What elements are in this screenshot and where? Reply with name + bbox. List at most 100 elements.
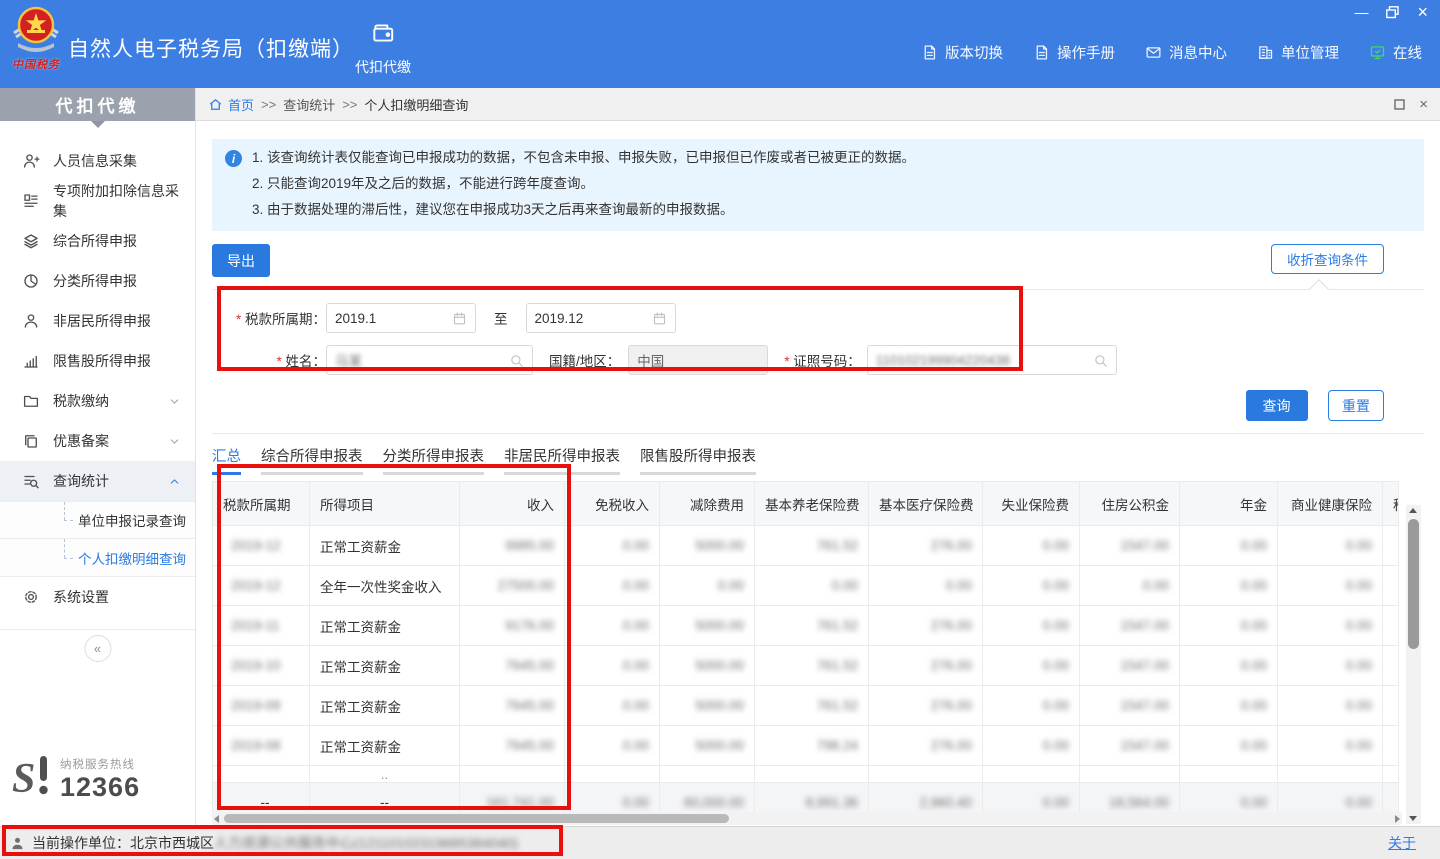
close-button[interactable]: × xyxy=(1417,5,1428,19)
minimize-button[interactable]: — xyxy=(1354,5,1368,19)
table-cell xyxy=(1383,566,1399,606)
table-cell: 0.00 xyxy=(983,646,1080,686)
table-row[interactable]: 2019-09正常工资薪金7645.000.005000.00761.52276… xyxy=(213,686,1399,726)
table-row[interactable]: 2019-11正常工资薪金9176.000.005000.00761.52276… xyxy=(213,606,1399,646)
table-header-cell: 年金 xyxy=(1180,482,1278,526)
table-row[interactable]: 2019-12正常工资薪金9985.000.005000.00761.52276… xyxy=(213,526,1399,566)
tab-汇总[interactable]: 汇总 xyxy=(212,445,241,475)
table-cell: 7645.00 xyxy=(460,646,565,686)
main-content: i 1. 该查询统计表仅能查询已申报成功的数据，不包含未申报、申报失败，已申报但… xyxy=(196,121,1440,826)
horizontal-scroll-thumb[interactable] xyxy=(224,814,729,823)
bar-chart-icon xyxy=(22,352,40,370)
table-cell xyxy=(869,766,983,783)
breadcrumb-item[interactable]: 查询统计 xyxy=(283,95,335,114)
sidebar-header: 代扣代缴 xyxy=(0,88,195,121)
table-cell: 0.00 xyxy=(1080,566,1180,606)
sidebar-item[interactable]: 人员信息采集 xyxy=(0,141,195,181)
table-cell: 276.00 xyxy=(869,646,983,686)
panel-close-button[interactable]: × xyxy=(1419,99,1428,110)
table-cell: 0.00 xyxy=(1180,646,1278,686)
table-row[interactable]: 2019-08正常工资薪金7645.000.005000.00798.24276… xyxy=(213,726,1399,766)
export-button[interactable]: 导出 xyxy=(212,244,270,277)
tab-分类所得申报表[interactable]: 分类所得申报表 xyxy=(383,445,485,475)
header-nav-item[interactable]: 版本切换 xyxy=(921,42,1003,63)
sidebar-item[interactable]: 优惠备案 xyxy=(0,421,195,461)
sidebar-item[interactable]: 非居民所得申报 xyxy=(0,301,195,341)
vertical-scroll-thumb[interactable] xyxy=(1408,519,1419,649)
result-tabs: 汇总综合所得申报表分类所得申报表非居民所得申报表限售股所得申报表 xyxy=(212,445,1424,475)
module-tab-withholding[interactable]: 代扣代缴 xyxy=(352,20,414,77)
panel-maximize-button[interactable] xyxy=(1394,99,1405,110)
about-link[interactable]: 关于 xyxy=(1388,833,1416,853)
tab-限售股所得申报表[interactable]: 限售股所得申报表 xyxy=(640,445,756,475)
header-nav-item[interactable]: 消息中心 xyxy=(1145,42,1227,63)
scroll-down-icon[interactable] xyxy=(1409,816,1417,821)
tab-综合所得申报表[interactable]: 综合所得申报表 xyxy=(261,445,363,475)
collapse-query-button[interactable]: 收折查询条件 xyxy=(1271,244,1384,274)
sidebar-item[interactable]: 查询统计 xyxy=(0,461,195,501)
query-panel-notch xyxy=(1309,279,1329,299)
table-cell xyxy=(1383,646,1399,686)
table-cell: 5000.00 xyxy=(660,526,755,566)
table-header-row: 税款所属期所得项目收入免税收入减除费用基本养老保险费基本医疗保险费失业保险费住房… xyxy=(213,482,1399,526)
table-cell: 2019-08 xyxy=(213,726,310,766)
sidebar-item[interactable]: 系统设置 xyxy=(0,577,195,617)
form-list-icon xyxy=(22,192,40,210)
table-cell: 0.00 xyxy=(983,686,1080,726)
sidebar-item[interactable]: 专项附加扣除信息采集 xyxy=(0,181,195,221)
period-from-input[interactable]: 2019.1 xyxy=(326,303,476,333)
id-number-input[interactable]: 110102199904220438 xyxy=(867,345,1117,375)
vertical-scrollbar[interactable] xyxy=(1406,505,1421,824)
chevron-down-icon xyxy=(168,435,181,448)
table-cell: 0.00 xyxy=(1180,526,1278,566)
table-row[interactable]: 2019-10正常工资薪金7645.000.005000.00761.52276… xyxy=(213,646,1399,686)
table-cell: .. xyxy=(310,766,460,783)
table-cell: 2019-12 xyxy=(213,566,310,606)
table-cell xyxy=(460,766,565,783)
header-nav-item[interactable]: 在线 xyxy=(1369,42,1422,63)
restore-button[interactable] xyxy=(1386,6,1399,19)
name-input[interactable]: 马某 xyxy=(326,345,533,375)
table-cell: 0.00 xyxy=(565,566,660,606)
table-cell: 1547.00 xyxy=(1080,686,1180,726)
table-cell: 0.00 xyxy=(1180,566,1278,606)
table-row[interactable]: 2019-12全年一次性奖金收入27500.000.000.000.000.00… xyxy=(213,566,1399,606)
sidebar-item[interactable]: 分类所得申报 xyxy=(0,261,195,301)
table-cell: 0.00 xyxy=(1278,686,1383,726)
table-header-cell: 商业健康保险 xyxy=(1278,482,1383,526)
scroll-right-icon[interactable] xyxy=(1395,815,1400,823)
table-header-cell: 所得项目 xyxy=(310,482,460,526)
scroll-up-icon[interactable] xyxy=(1409,508,1417,513)
table-cell: 5000.00 xyxy=(660,726,755,766)
header-nav-item[interactable]: 操作手册 xyxy=(1033,42,1115,63)
sidebar-subitem[interactable]: 单位申报记录查询 xyxy=(0,501,195,539)
table-cell: 正常工资薪金 xyxy=(310,646,460,686)
table-cell: 761.52 xyxy=(755,526,869,566)
app-title: 自然人电子税务局（扣缴端） xyxy=(68,33,354,63)
search-list-icon xyxy=(22,472,40,490)
sidebar-item[interactable]: 税款缴纳 xyxy=(0,381,195,421)
table-cell: 1547.00 xyxy=(1080,646,1180,686)
tab-非居民所得申报表[interactable]: 非居民所得申报表 xyxy=(504,445,620,475)
sidebar-subitem[interactable]: 个人扣缴明细查询 xyxy=(0,539,195,577)
table-row[interactable]: .. xyxy=(213,766,1399,783)
table-cell: 1547.00 xyxy=(1080,606,1180,646)
scroll-left-icon[interactable] xyxy=(214,815,219,823)
hotline-number: 12366 xyxy=(60,772,140,803)
period-to-input[interactable]: 2019.12 xyxy=(526,303,676,333)
current-unit-redacted: 人力资源公共服务中心(12110102319685384040) xyxy=(214,833,518,853)
table-cell: 798.24 xyxy=(755,726,869,766)
sidebar-item[interactable]: 综合所得申报 xyxy=(0,221,195,261)
table-cell: 276.00 xyxy=(869,526,983,566)
horizontal-scrollbar[interactable] xyxy=(212,812,1402,825)
table-cell: 0.00 xyxy=(1180,686,1278,726)
breadcrumb-home[interactable]: 首页 xyxy=(208,95,254,114)
sidebar-submenu: 单位申报记录查询个人扣缴明细查询 xyxy=(0,501,195,577)
sidebar-item[interactable]: 限售股所得申报 xyxy=(0,341,195,381)
search-button[interactable]: 查询 xyxy=(1246,390,1308,421)
header-nav-item[interactable]: 单位管理 xyxy=(1257,42,1339,63)
table-cell xyxy=(1080,766,1180,783)
sidebar-collapse-button[interactable]: « xyxy=(84,635,111,662)
table-cell: 761.52 xyxy=(755,606,869,646)
reset-button[interactable]: 重置 xyxy=(1328,390,1384,421)
